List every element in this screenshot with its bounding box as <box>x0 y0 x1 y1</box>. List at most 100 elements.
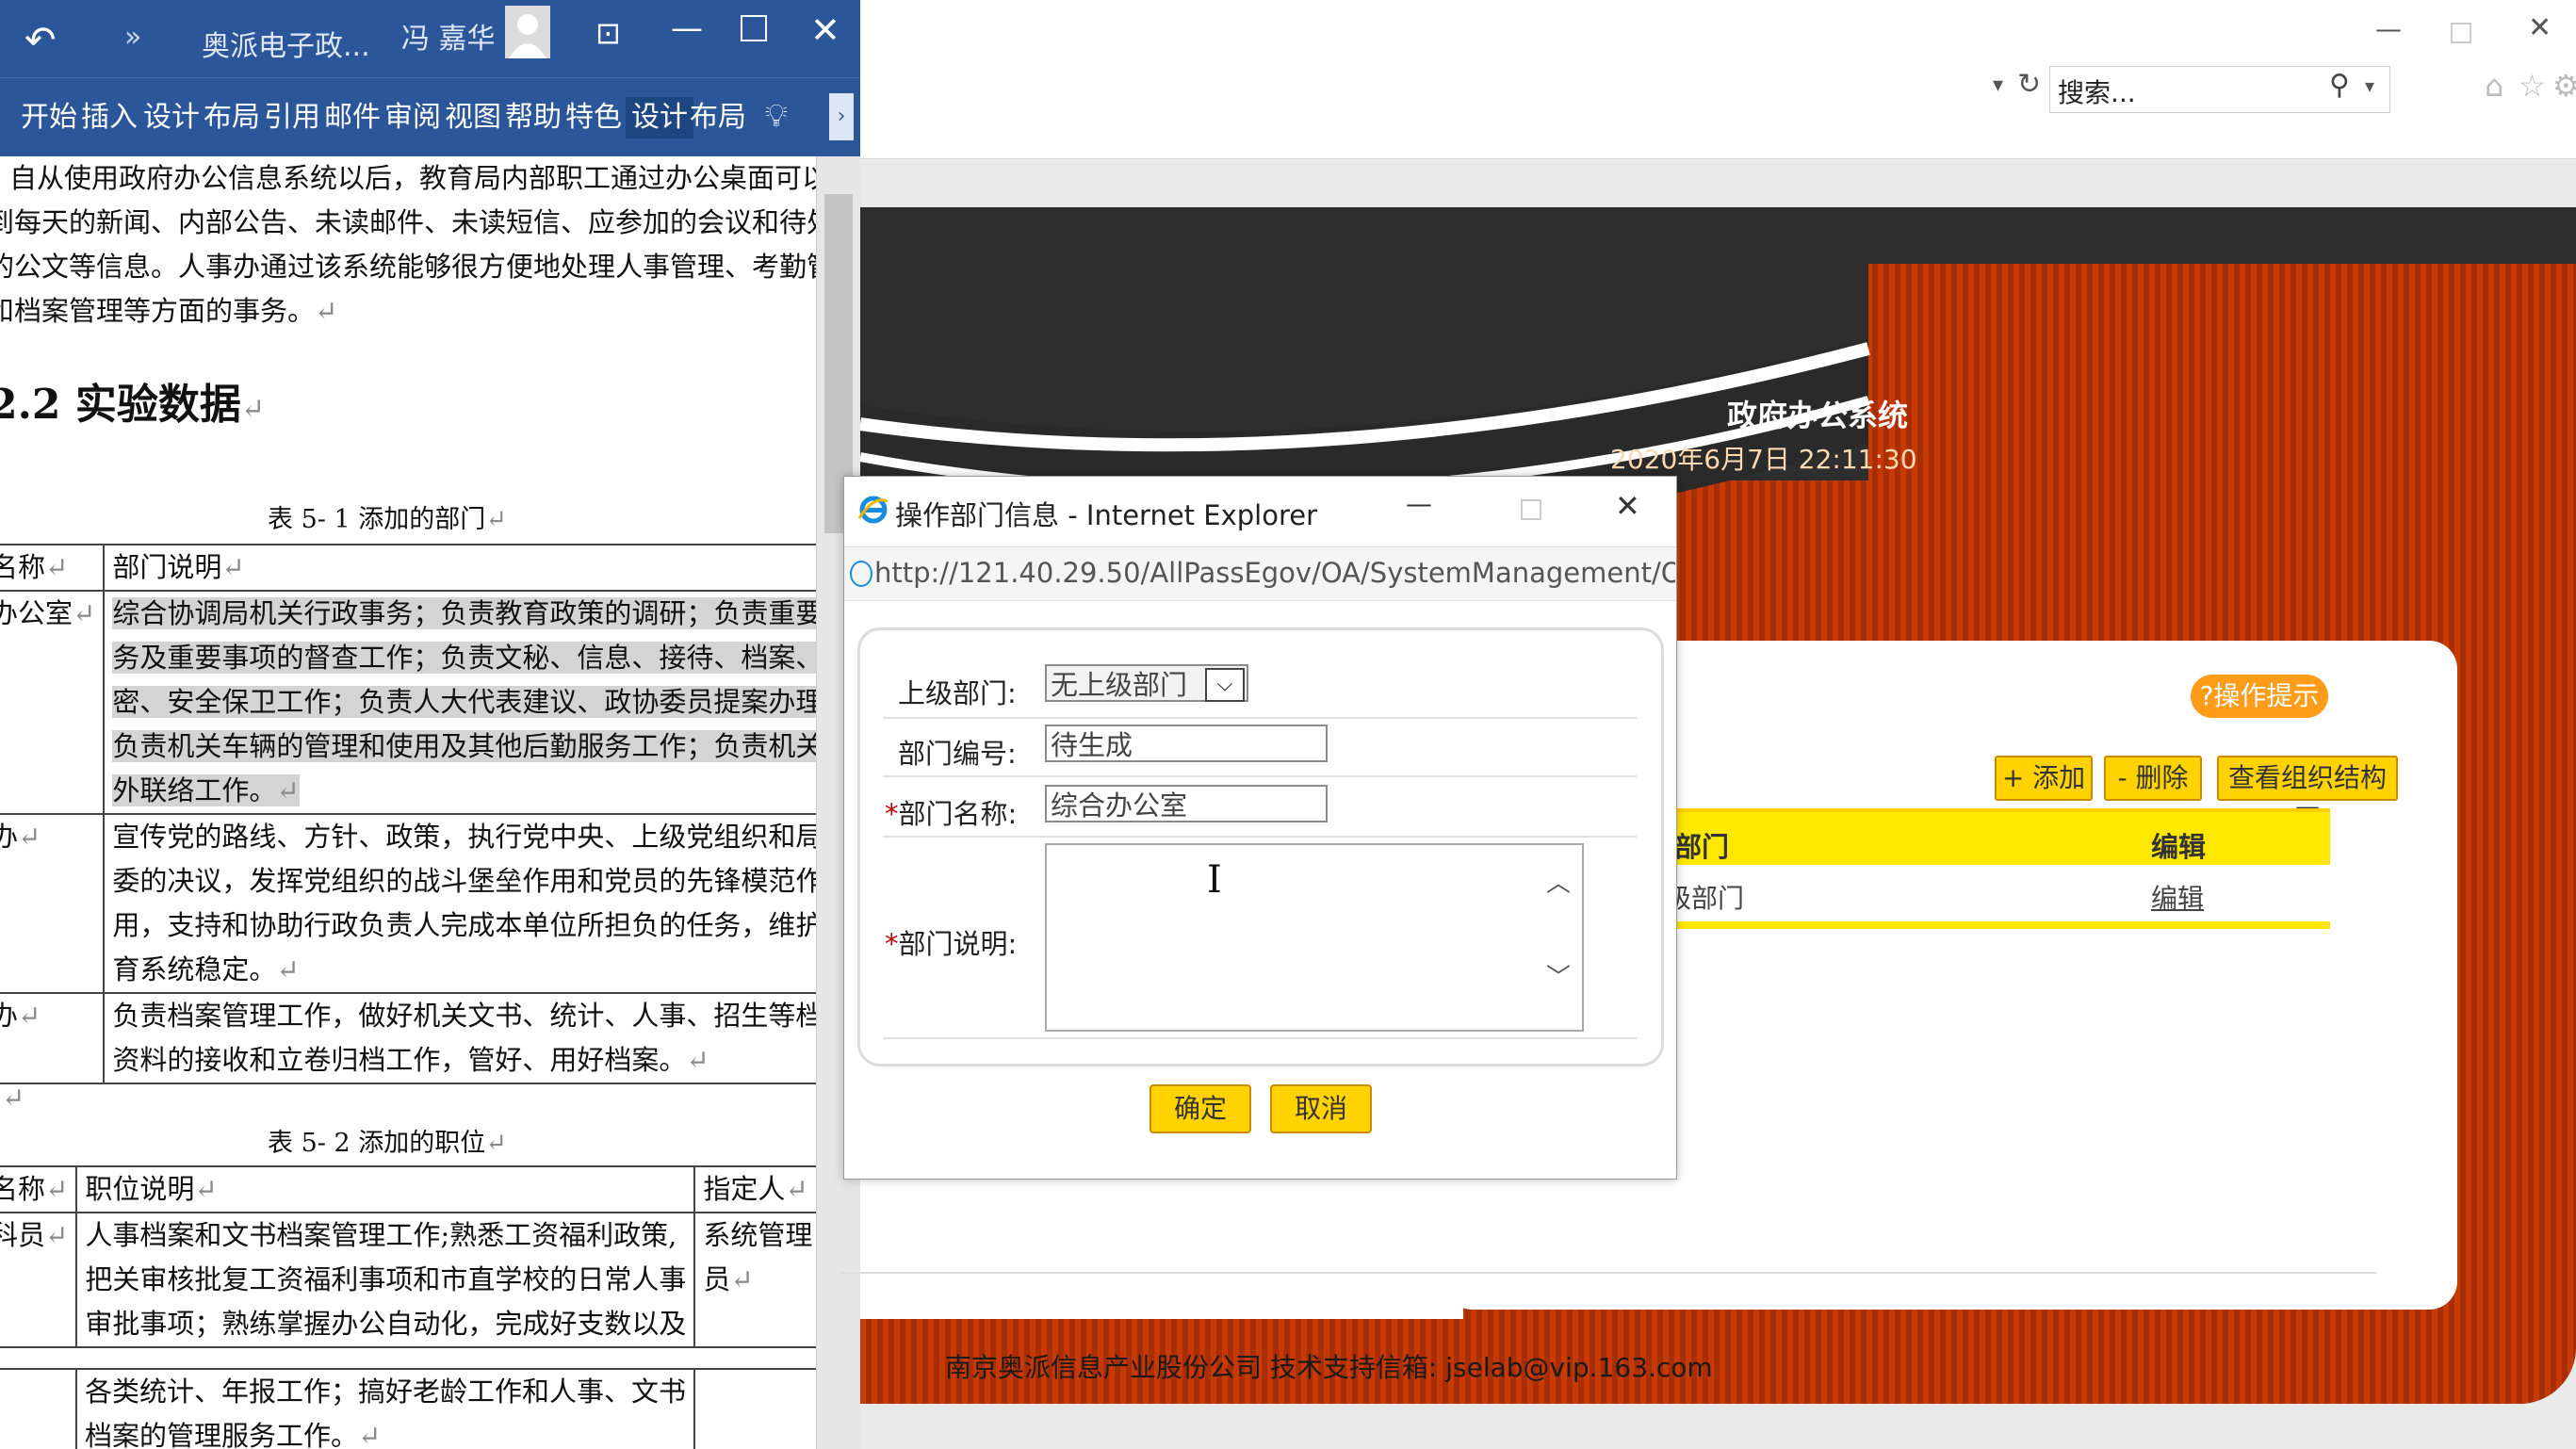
scroll-down-icon[interactable]: ﹀ <box>1546 958 1571 993</box>
page-icon <box>850 561 872 587</box>
parent-dept-select[interactable]: 无上级部门 ⌵ <box>1045 664 1248 702</box>
favorites-star-icon[interactable]: ☆ <box>2519 68 2546 104</box>
tab-mailings[interactable]: 邮件 <box>324 97 381 138</box>
avatar-icon[interactable] <box>505 6 550 58</box>
user-name[interactable]: 冯 嘉华 <box>401 15 496 57</box>
table-row: 名称↵ 职位说明↵ 指定人↵ <box>0 1165 816 1213</box>
cell-name: 办 <box>0 1000 19 1032</box>
close-icon[interactable]: ✕ <box>2528 11 2552 44</box>
word-title-bar: ↶ » 奥派电子政... 冯 嘉华 ⊡ — ✕ <box>0 0 860 77</box>
table1-caption-text: 表 5- 1 添加的部门 <box>268 505 486 534</box>
table2-caption-text: 表 5- 2 添加的职位 <box>268 1129 486 1158</box>
cell-name: 科员 <box>0 1219 46 1251</box>
required-mark: * <box>885 928 899 960</box>
table-cell: 人事档案和文书档案管理工作;熟悉工资福利政策, 把关审核批复工资福利事项和市直学… <box>75 1212 696 1348</box>
table-header-cell: 名称↵ <box>0 1165 78 1213</box>
department-dialog: 操作部门信息 - Internet Explorer — ✕ http://12… <box>843 476 1677 1180</box>
settings-gear-icon[interactable]: ⚙ <box>2552 68 2576 104</box>
dialog-close-icon[interactable]: ✕ <box>1615 488 1640 524</box>
cell-line: 务及重要事项的督查工作；负责文秘、信息、接待、档案、保 <box>112 642 816 674</box>
panel-divider <box>841 1272 2377 1274</box>
search-input[interactable]: 搜索... <box>2058 73 2136 110</box>
dialog-minimize-icon[interactable]: — <box>1406 488 1432 519</box>
tab-references[interactable]: 引用 <box>264 97 320 138</box>
dept-desc-textarea[interactable]: I ︿ ﹀ <box>1045 843 1584 1032</box>
tab-design[interactable]: 设计 <box>143 97 200 138</box>
tab-insert[interactable]: 插入 <box>81 97 138 138</box>
dialog-title: 操作部门信息 - Internet Explorer <box>895 499 1318 531</box>
home-icon[interactable]: ⌂ <box>2485 68 2503 104</box>
ribbon-display-options-icon[interactable]: ⊡ <box>595 15 621 51</box>
tab-table-design[interactable]: 设计 <box>626 97 693 138</box>
search-icon[interactable]: ⚲ <box>2329 69 2350 102</box>
tab-home[interactable]: 开始 <box>21 97 77 138</box>
dept-name-field[interactable]: 综合办公室 <box>1045 785 1328 822</box>
cell-line: 宣传党的路线、方针、政策，执行党中央、上级党组织和局党 <box>112 821 816 853</box>
cell-line: 综合协调局机关行政事务；负责教育政策的调研；负责重要会 <box>112 597 816 629</box>
col-edit: 编辑 <box>2151 831 2207 863</box>
cell-line: 负责机关车辆的管理和使用及其他后勤服务工作；负责机关对 <box>112 730 816 762</box>
lightbulb-icon[interactable]: 💡︎ <box>765 97 788 135</box>
help-tips-button[interactable]: ?操作提示 <box>2191 675 2328 718</box>
dept-name-value: 综合办公室 <box>1051 790 1188 822</box>
parent-dept-value: 无上级部门 <box>1051 669 1188 701</box>
maximize-icon[interactable] <box>2451 23 2471 43</box>
dialog-title-bar: 操作部门信息 - Internet Explorer — ✕ <box>844 477 1676 546</box>
tab-table-layout[interactable]: 布局 <box>690 97 746 138</box>
cell-line: 系统管理 <box>703 1219 813 1251</box>
dropdown-icon[interactable]: ▾ <box>1993 73 2003 97</box>
form-divider <box>883 836 1637 838</box>
table-cell <box>693 1368 816 1449</box>
section-heading: 2.2 实验数据↵ <box>0 377 265 438</box>
table-header-cell: 部门说明↵ <box>103 544 816 592</box>
refresh-icon[interactable]: ↻ <box>2017 68 2041 101</box>
tab-review[interactable]: 审阅 <box>384 97 441 138</box>
required-mark: * <box>885 798 899 830</box>
tab-help[interactable]: 帮助 <box>505 97 562 138</box>
table2-caption: 表 5- 2 添加的职位↵ <box>268 1129 507 1158</box>
table-cell: 各类统计、年报工作；搞好老龄工作和人事、文书 档案的管理服务工作。↵ <box>74 1368 696 1449</box>
ribbon-tabs: 开始 插入 设计 布局 引用 邮件 审阅 视图 帮助 特色 设计 布局 💡︎ › <box>0 77 860 157</box>
undo-icon[interactable]: ↶ <box>24 19 57 62</box>
tab-view[interactable]: 视图 <box>445 97 501 138</box>
ie-logo-icon <box>857 494 889 526</box>
search-dropdown-icon[interactable]: ▾ <box>2365 74 2374 97</box>
table-cell: 办↵ <box>0 813 106 994</box>
maximize-icon[interactable] <box>741 15 767 41</box>
ribbon-scroll-right-icon[interactable]: › <box>829 93 854 140</box>
tab-layout[interactable]: 布局 <box>204 97 260 138</box>
more-commands-icon[interactable]: » <box>124 21 141 54</box>
positions-table-continued: 各类统计、年报工作；搞好老龄工作和人事、文书 档案的管理服务工作。↵ <box>0 1368 816 1449</box>
cell-name: 办 <box>0 821 19 853</box>
dept-code-field[interactable]: 待生成 <box>1045 724 1328 762</box>
add-button[interactable]: + 添加 <box>1995 756 2093 801</box>
ie-title-bar: — ✕ <box>860 0 2576 66</box>
org-chart-button[interactable]: 查看组织结构图 <box>2217 756 2398 835</box>
oa-datetime: 2020年6月7日 22:11:30 <box>1610 444 1917 475</box>
header-person: 指定人 <box>703 1173 786 1205</box>
department-form: 上级部门: 无上级部门 ⌵ 部门编号: 待生成 *部门名称: 综合办公室 *部门… <box>857 627 1664 1066</box>
close-icon[interactable]: ✕ <box>810 9 840 51</box>
table-row: 科员↵ 人事档案和文书档案管理工作;熟悉工资福利政策, 把关审核批复工资福利事项… <box>0 1212 816 1348</box>
table-cell: 科员↵ <box>0 1212 78 1348</box>
cell-line: 用，支持和协助行政负责人完成本单位所担负的任务，维护教 <box>112 909 816 941</box>
document-page[interactable]: 自从使用政府办公信息系统以后，教育局内部职工通过办公桌面可以 到每天的新闻、内部… <box>0 156 816 1449</box>
minimize-icon[interactable]: — <box>671 9 703 47</box>
search-box[interactable]: 搜索... ⚲ ▾ <box>2049 66 2390 113</box>
tab-features[interactable]: 特色 <box>565 97 622 138</box>
header-name: 名称 <box>0 551 46 583</box>
chevron-down-icon[interactable]: ⌵ <box>1205 668 1245 702</box>
delete-button[interactable]: - 删除 <box>2104 756 2202 801</box>
dept-desc-label-wrap: *部门说明: <box>885 922 1017 962</box>
dialog-maximize-icon[interactable] <box>1521 499 1541 520</box>
scroll-up-icon[interactable]: ︿ <box>1546 864 1571 899</box>
dialog-url-bar: http://121.40.29.50/AllPassEgov/OA/Syste… <box>844 546 1676 601</box>
minimize-icon[interactable]: — <box>2375 13 2402 44</box>
cancel-button[interactable]: 取消 <box>1270 1084 1372 1133</box>
header-name: 名称 <box>0 1173 46 1205</box>
ie-address-bar: ▾ ↻ 搜索... ⚲ ▾ ⌂ ☆ ⚙ <box>860 66 2576 159</box>
departments-table: 名称↵ 部门说明↵ 办公室↵ 综合协调局机关行政事务；负责教育政策的调研；负责重… <box>0 544 816 1084</box>
row-edit-link[interactable]: 编辑 <box>2151 878 2204 916</box>
confirm-button[interactable]: 确定 <box>1149 1084 1251 1133</box>
cell-line: 审批事项；熟练掌握办公自动化，完成好支数以及 <box>85 1308 687 1340</box>
